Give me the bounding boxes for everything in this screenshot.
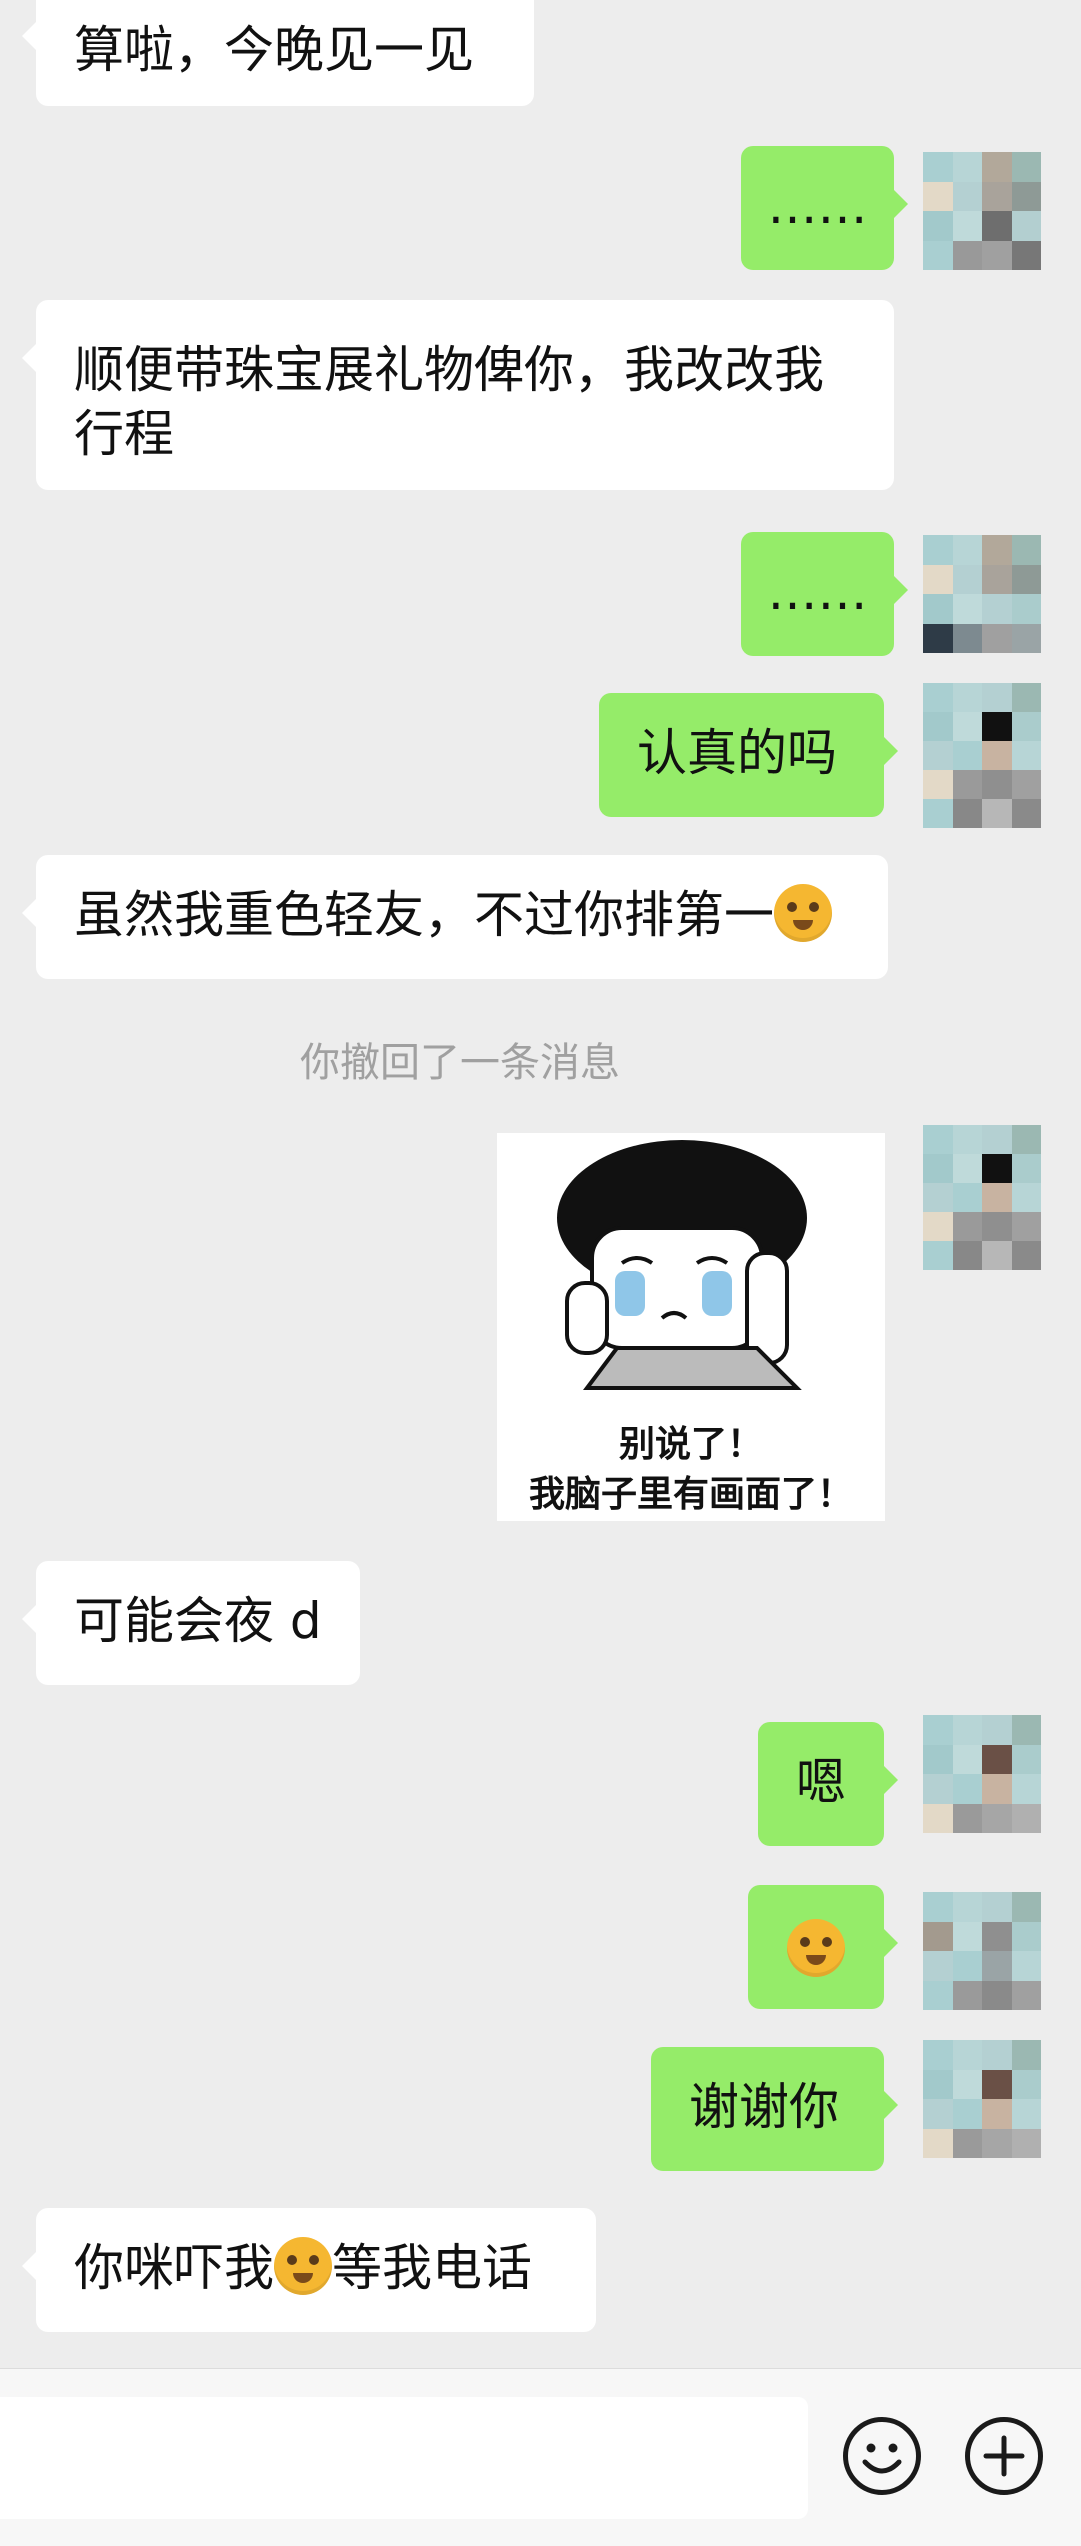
my-avatar[interactable]	[923, 1125, 1041, 1270]
sticker-caption-line1: 别说了！	[618, 1424, 763, 1465]
incoming-message[interactable]: 虽然我重色轻友，不过你排第一	[22, 855, 888, 979]
message-text: 认真的吗	[637, 724, 837, 782]
message-text: 可能会夜 d	[74, 1592, 322, 1650]
message-text: 顺便带珠宝展礼物俾你，我改改我行程	[74, 341, 824, 463]
my-avatar[interactable]	[923, 1715, 1041, 1833]
crying-mushroom-head-icon	[557, 1140, 807, 1390]
incoming-message[interactable]: 算啦，今晚见一见	[22, 0, 534, 106]
sticker-caption-line2: 我脑子里有画面了！	[528, 1474, 853, 1515]
smiley-icon[interactable]	[843, 2417, 921, 2495]
crying-face-emoji	[787, 1919, 845, 1977]
outgoing-message[interactable]: ……	[741, 146, 908, 270]
outgoing-message[interactable]: 谢谢你	[651, 2047, 898, 2171]
recall-notice: 你撤回了一条消息	[300, 1040, 620, 1086]
message-text: 你咪吓我	[74, 2239, 274, 2297]
incoming-message[interactable]: 你咪吓我 等我电话	[22, 2208, 596, 2332]
outgoing-message[interactable]: 认真的吗	[599, 693, 898, 817]
smirk-face-emoji	[774, 884, 832, 942]
sticker-image[interactable]: 别说了！ 我脑子里有画面了！	[497, 1133, 885, 1521]
message-input[interactable]	[0, 2397, 808, 2519]
my-avatar[interactable]	[923, 683, 1041, 828]
incoming-message[interactable]: 可能会夜 d	[22, 1561, 360, 1685]
incoming-message[interactable]: 顺便带珠宝展礼物俾你，我改改我行程	[22, 300, 894, 490]
my-avatar[interactable]	[923, 2040, 1041, 2158]
message-text: 谢谢你	[689, 2078, 839, 2136]
flushed-face-emoji	[274, 2237, 332, 2295]
outgoing-message[interactable]: 嗯	[758, 1722, 898, 1846]
my-avatar[interactable]	[923, 152, 1041, 270]
my-avatar[interactable]	[923, 1892, 1041, 2010]
outgoing-message[interactable]: ……	[741, 532, 908, 656]
my-avatar[interactable]	[923, 535, 1041, 653]
message-text: 虽然我重色轻友，不过你排第一	[74, 886, 774, 944]
message-text: ……	[767, 177, 868, 235]
message-text: ……	[767, 563, 868, 621]
chat-area[interactable]: 算啦，今晚见一见 …… 顺便带珠宝展礼物俾你，我改改我行程 …… 认真的吗 虽然…	[0, 0, 1081, 2368]
plus-icon[interactable]	[965, 2417, 1043, 2495]
outgoing-message[interactable]	[748, 1885, 898, 2009]
message-text: 算啦，今晚见一见	[74, 21, 474, 79]
message-text: 等我电话	[332, 2239, 532, 2297]
message-text: 嗯	[796, 1753, 846, 1811]
input-bar	[0, 2368, 1081, 2546]
